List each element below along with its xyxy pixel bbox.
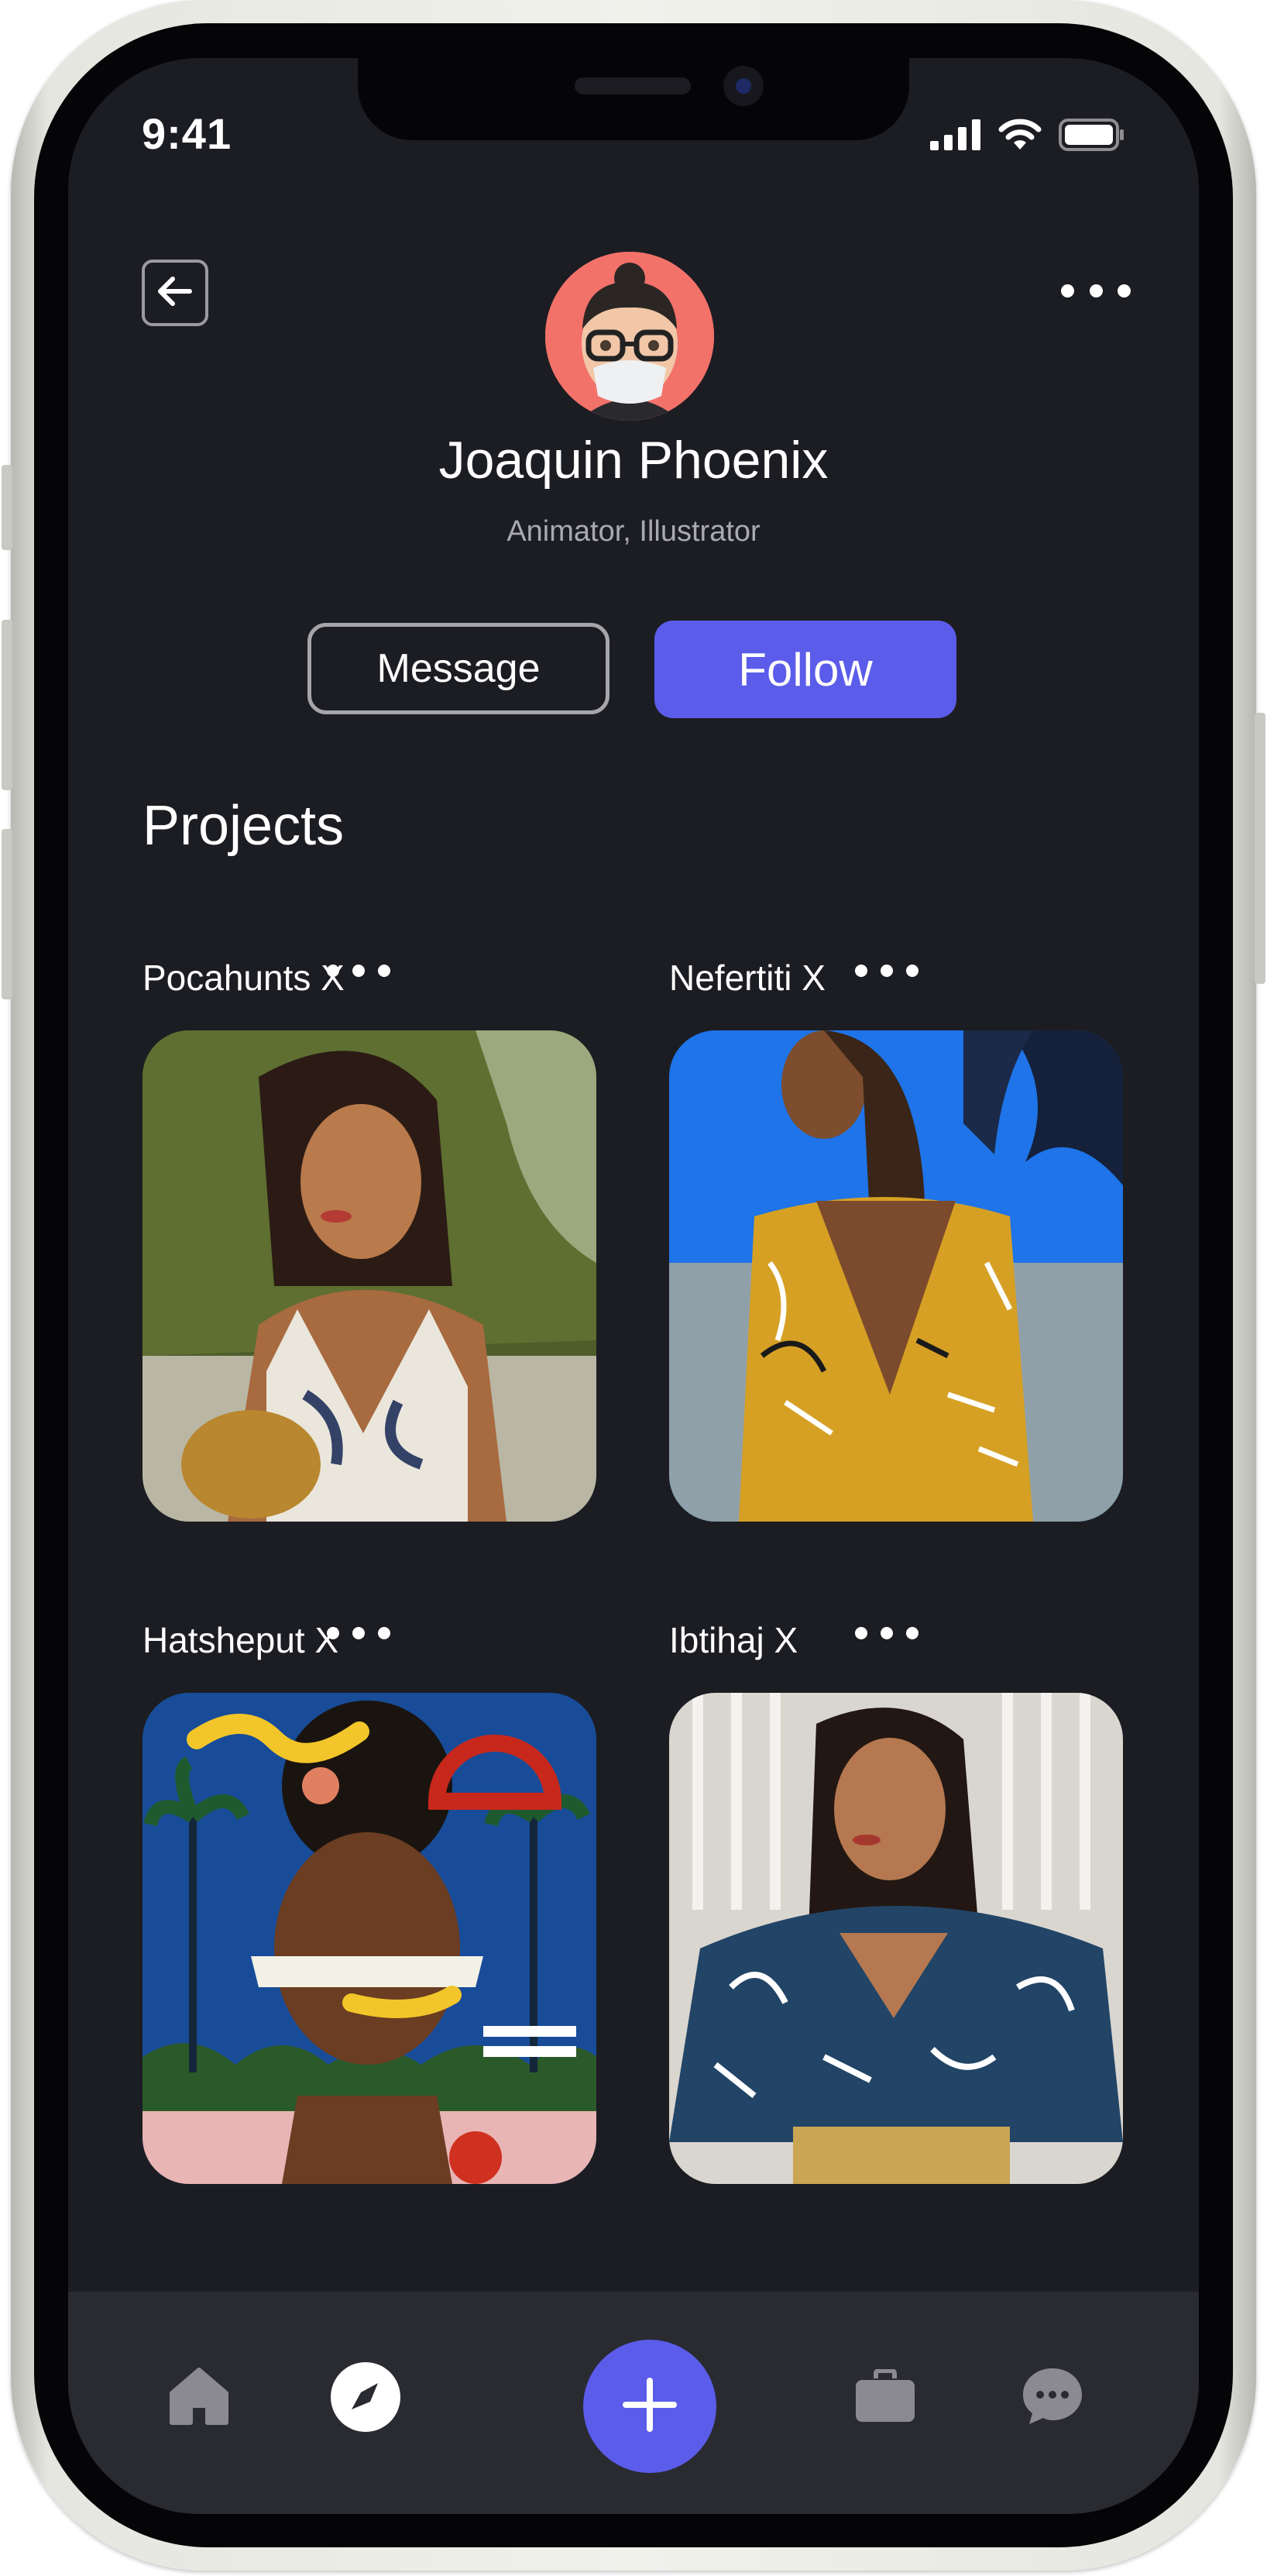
more-dot [352,965,365,977]
project-thumbnail[interactable] [142,1693,596,2184]
more-dot [352,1627,365,1639]
project-more-button[interactable] [855,959,918,982]
wifi-icon [998,119,1042,155]
project-more-button[interactable] [327,959,390,982]
volume-down-button [2,829,12,999]
more-dot [881,965,893,977]
more-dot [855,965,867,977]
chat-icon [1020,2365,1085,2431]
status-time: 9:41 [142,109,232,158]
more-dot [1061,284,1074,297]
projects-title: Projects [142,795,345,857]
project-more-button[interactable] [327,1622,390,1645]
signal-icon [930,119,981,154]
more-dot [327,1627,339,1639]
more-options-button[interactable] [1061,275,1131,306]
project-title: Ibtihaj X [669,1620,798,1660]
camera [723,66,764,106]
back-button[interactable] [142,260,208,326]
more-dot [855,1627,867,1639]
page: 9:41 Joaquin Phoenix Animator, Illustrat… [0,0,1267,2576]
project-thumbnail[interactable] [142,1030,596,1522]
more-dot [1089,284,1103,297]
more-dot [327,965,339,977]
power-button [1255,713,1265,984]
nav-home[interactable] [164,2363,234,2433]
speaker [575,77,691,95]
notch [358,58,909,140]
nav-messages[interactable] [1018,2363,1087,2433]
status-icons [930,119,1125,155]
project-title: Pocahunts X [142,958,345,998]
battery-icon [1059,119,1125,155]
add-button[interactable] [583,2340,716,2473]
more-dot [906,965,918,977]
project-more-button[interactable] [855,1622,918,1645]
nav-explore[interactable] [330,2361,401,2437]
profile-role: Animator, Illustrator [506,515,761,548]
app-screen: 9:41 Joaquin Phoenix Animator, Illustrat… [68,58,1199,2514]
project-thumbnail[interactable] [669,1693,1123,2184]
more-dot [906,1627,918,1639]
follow-button[interactable]: Follow [654,621,956,718]
more-dot [378,1627,390,1639]
avatar[interactable] [545,252,714,421]
more-dot [1118,284,1131,297]
plus-icon [623,2377,677,2436]
profile-name: Joaquin Phoenix [438,431,829,490]
compass-icon [330,2361,401,2437]
home-icon [169,2367,229,2430]
mute-switch [2,465,12,550]
project-title: Nefertiti X [669,958,826,998]
more-dot [881,1627,893,1639]
nav-portfolio[interactable] [850,2363,920,2433]
briefcase-icon [854,2368,916,2427]
volume-up-button [2,620,12,790]
arrow-left-icon [156,274,194,312]
message-button[interactable]: Message [307,623,609,714]
project-thumbnail[interactable] [669,1030,1123,1522]
project-title: Hatsheput X [142,1620,339,1660]
more-dot [378,965,390,977]
